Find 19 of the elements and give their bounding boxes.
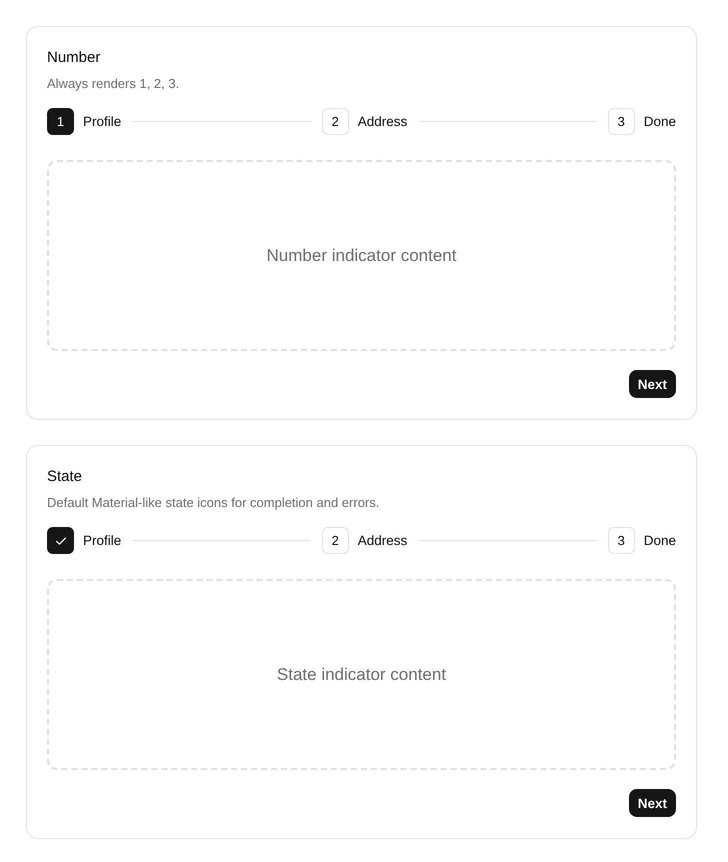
content-text: State indicator content <box>276 664 446 684</box>
step-label: Profile <box>83 114 122 129</box>
step-label: Done <box>644 533 676 548</box>
step-number: 1 <box>47 108 74 135</box>
next-button[interactable]: Next <box>628 789 676 817</box>
card-title: Number <box>47 48 102 68</box>
next-button[interactable]: Next <box>628 370 676 398</box>
step-number: 3 <box>608 527 635 554</box>
card-description: Always renders 1, 2, 3. <box>47 75 180 93</box>
step-label: Address <box>358 533 408 548</box>
card-description: Default Material-like state icons for completion and errors. <box>47 494 380 512</box>
step-label: Profile <box>83 533 122 548</box>
step-number: 2 <box>322 108 349 135</box>
step-label: Done <box>644 114 676 129</box>
step-number: 3 <box>608 108 635 135</box>
step-number: 2 <box>322 527 349 554</box>
step-label: Address <box>358 114 408 129</box>
card-title: State <box>47 467 84 487</box>
content-text: Number indicator content <box>266 246 456 266</box>
